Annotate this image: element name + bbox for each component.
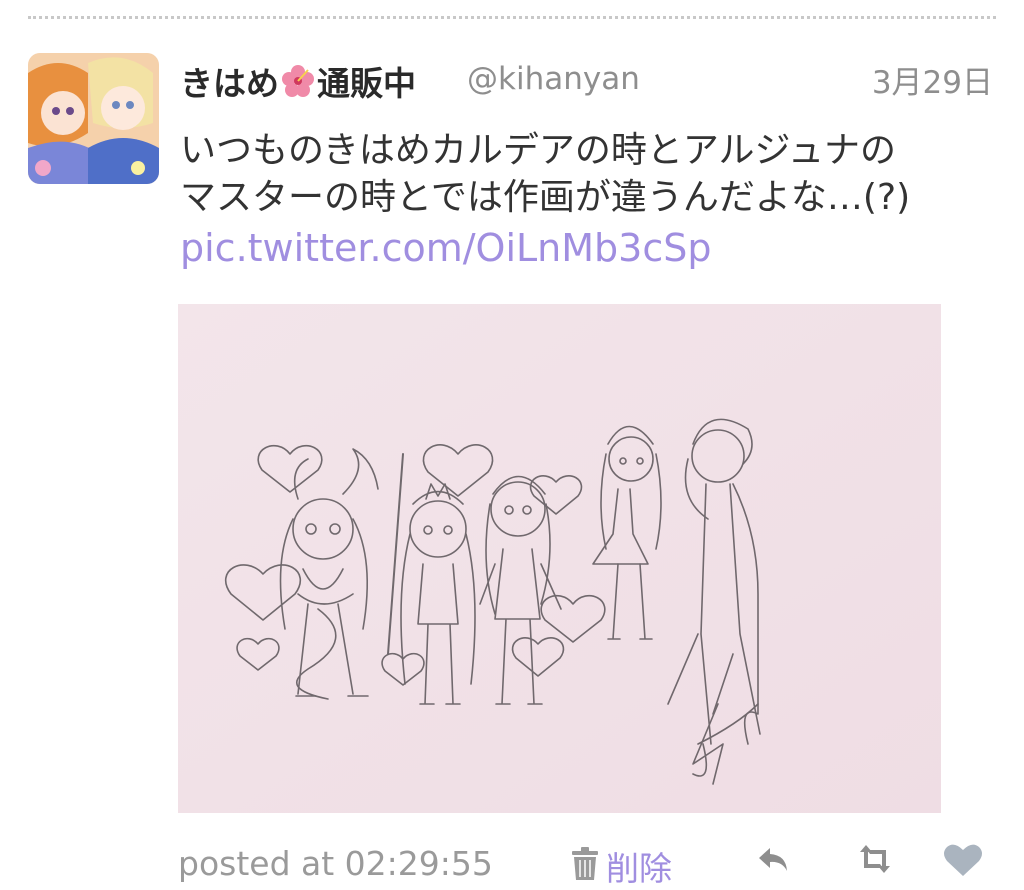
user-handle[interactable]: @kihanyan [467,61,640,97]
hibiscus-icon [281,64,315,98]
posted-at-timestamp: posted at 02:29:55 [178,844,493,883]
tweet-header: きはめ 通販中 @kihanyan 3月29日 [180,55,995,103]
retweet-icon[interactable] [856,842,894,880]
top-divider [28,16,996,19]
tweet-link[interactable]: pic.twitter.com/OiLnMb3cSp [180,226,711,270]
tweet-photo[interactable] [178,304,941,813]
avatar-image [28,53,159,184]
display-name[interactable]: きはめ 通販中 [180,57,416,105]
display-name-part2: 通販中 [317,64,416,103]
display-name-part1: きはめ [180,64,279,103]
tweet-date[interactable]: 3月29日 [872,57,993,102]
sketch-image [178,304,941,813]
avatar[interactable] [28,53,159,184]
heart-icon[interactable] [943,842,983,882]
reply-icon[interactable] [756,842,790,880]
delete-label: 削除 [606,849,672,888]
trash-icon [570,847,600,885]
tweet-footer: posted at 02:29:55 削除 [178,838,998,888]
delete-button[interactable]: 削除 [570,842,672,890]
tweet-text: いつものきはめカルデアの時とアルジュナの マスターの時とでは作画が違うんだよな…… [180,130,911,218]
